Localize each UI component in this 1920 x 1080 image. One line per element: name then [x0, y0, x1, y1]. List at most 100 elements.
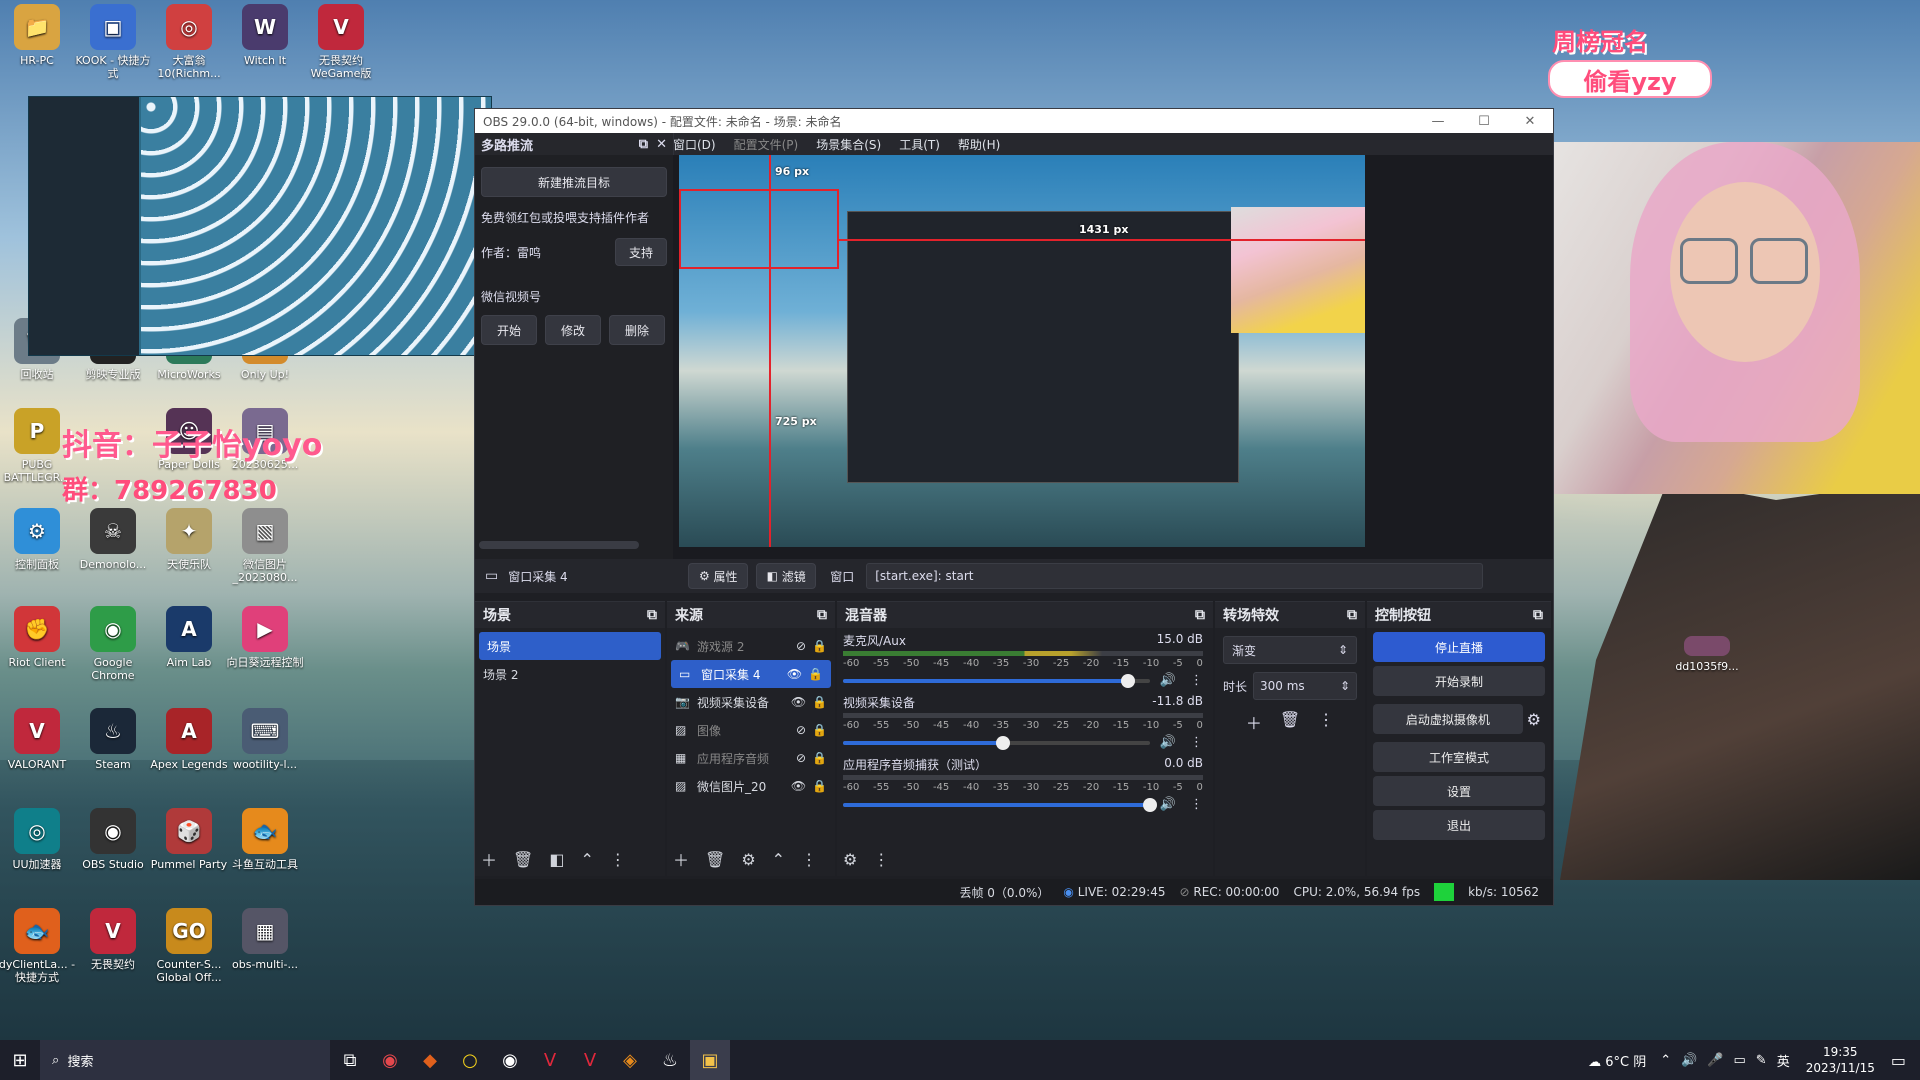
scene-item[interactable]: 场景: [479, 632, 661, 660]
taskbar-app-valorant2-icon[interactable]: V: [570, 1040, 610, 1080]
exit-button[interactable]: 退出: [1373, 810, 1545, 840]
taskbar-app-active-icon[interactable]: ▣: [690, 1040, 730, 1080]
studio-mode-button[interactable]: 工作室模式: [1373, 742, 1545, 772]
desktop-icon-dd1035f9[interactable]: dd1035f9...: [1668, 636, 1746, 673]
new-target-button[interactable]: 新建推流目标: [481, 167, 667, 197]
tray-chevron-icon[interactable]: ⌃: [1660, 1053, 1671, 1068]
undock-icon[interactable]: ⧉: [647, 607, 657, 623]
desktop-icon[interactable]: A Aim Lab: [150, 606, 228, 669]
stop-streaming-button[interactable]: 停止直播: [1373, 632, 1545, 662]
move-up-icon[interactable]: ⌃: [580, 850, 593, 869]
lock-icon[interactable]: 🔒: [808, 667, 823, 681]
eye-off-icon[interactable]: ⊘: [796, 723, 806, 737]
virtual-camera-button[interactable]: 启动虚拟摄像机: [1373, 704, 1523, 734]
weather-widget[interactable]: ☁ 6°C 阴: [1588, 1051, 1646, 1070]
remove-scene-icon[interactable]: 🗑: [513, 850, 533, 869]
taskbar-app-steam-icon[interactable]: ♨: [650, 1040, 690, 1080]
more-icon[interactable]: ⋮: [873, 850, 889, 869]
scene-item[interactable]: 场景 2: [475, 660, 665, 688]
pen-icon[interactable]: ✎: [1756, 1053, 1767, 1068]
taskbar-app-douyu-icon[interactable]: ◆: [410, 1040, 450, 1080]
desktop-icon[interactable]: V 无畏契约: [74, 908, 152, 971]
volume-icon[interactable]: 🔊: [1681, 1053, 1697, 1068]
undock-icon[interactable]: ⧉: [1195, 607, 1205, 623]
close-icon[interactable]: ✕: [1507, 114, 1553, 129]
task-view-icon[interactable]: ⧉: [330, 1040, 370, 1080]
desktop-icon[interactable]: ▶ 向日葵远程控制: [226, 606, 304, 669]
start-stream-target-button[interactable]: 开始: [481, 315, 537, 345]
add-source-icon[interactable]: ＋: [673, 847, 689, 871]
clock[interactable]: 19:35 2023/11/15: [1806, 1044, 1875, 1076]
scene-filters-icon[interactable]: ◧: [549, 850, 564, 869]
taskbar-app-netease-icon[interactable]: ◉: [370, 1040, 410, 1080]
undock-icon[interactable]: ⧉: [1533, 607, 1543, 623]
desktop-icon[interactable]: 🐟 dyClientLa... - 快捷方式: [0, 908, 76, 984]
source-item[interactable]: ▦ 应用程序音频 ⊘ 🔒: [667, 744, 835, 772]
desktop-icon[interactable]: ♨ Steam: [74, 708, 152, 771]
speaker-icon[interactable]: 🔊: [1160, 673, 1176, 688]
speaker-icon[interactable]: 🔊: [1160, 735, 1176, 750]
network-icon[interactable]: ▭: [1733, 1053, 1745, 1068]
source-settings-icon[interactable]: ⚙: [741, 850, 755, 869]
desktop-icon[interactable]: ◉ OBS Studio: [74, 808, 152, 871]
speaker-icon[interactable]: 🔊: [1160, 797, 1176, 812]
desktop-icon[interactable]: 🐟 斗鱼互动工具: [226, 808, 304, 871]
more-icon[interactable]: ⋮: [1190, 673, 1203, 688]
taskbar-app-obs-icon[interactable]: ◉: [490, 1040, 530, 1080]
desktop-icon[interactable]: ▣ KOOK - 快捷方式: [74, 4, 152, 80]
edit-stream-target-button[interactable]: 修改: [545, 315, 601, 345]
remove-source-icon[interactable]: 🗑: [705, 850, 725, 869]
more-icon[interactable]: ⋮: [1190, 735, 1203, 750]
desktop-icon[interactable]: W Witch It: [226, 4, 304, 67]
source-item[interactable]: ▭ 窗口采集 4 👁 🔒: [671, 660, 831, 688]
menu-tools[interactable]: 工具(T): [899, 136, 940, 153]
desktop-icon[interactable]: ✊ Riot Client: [0, 606, 76, 669]
source-item[interactable]: 🎮 游戏源 2 ⊘ 🔒: [667, 632, 835, 660]
remove-transition-icon[interactable]: 🗑: [1280, 710, 1300, 734]
volume-slider[interactable]: [843, 735, 1150, 750]
add-scene-icon[interactable]: ＋: [481, 847, 497, 871]
undock-icon[interactable]: ⧉: [1347, 607, 1357, 623]
maximize-icon[interactable]: ☐: [1461, 114, 1507, 129]
desktop-icon[interactable]: V 无畏契约 WeGame版: [302, 4, 380, 80]
desktop-icon[interactable]: ◎ UU加速器: [0, 808, 76, 871]
delete-stream-target-button[interactable]: 删除: [609, 315, 665, 345]
window-select[interactable]: [start.exe]: start: [866, 563, 1483, 589]
more-icon[interactable]: ⋮: [1318, 710, 1334, 734]
volume-slider[interactable]: [843, 797, 1157, 812]
settings-button[interactable]: 设置: [1373, 776, 1545, 806]
add-transition-icon[interactable]: ＋: [1246, 710, 1262, 734]
eye-icon[interactable]: 👁: [791, 695, 806, 709]
taskbar-search[interactable]: ⌕ 搜索: [40, 1040, 330, 1080]
desktop-icon[interactable]: ✦ 天使乐队: [150, 508, 228, 571]
desktop-icon[interactable]: ⚙ 控制面板: [0, 508, 76, 571]
windows-start-icon[interactable]: ⊞: [0, 1040, 40, 1080]
more-icon[interactable]: ⋮: [1190, 797, 1203, 812]
preview-canvas[interactable]: 96 px 1431 px 725 px: [673, 155, 1553, 559]
duration-input[interactable]: 300 ms ⇕: [1253, 672, 1357, 700]
menu-profile[interactable]: 配置文件(P): [734, 136, 799, 153]
desktop-icon[interactable]: ◎ 大富翁10(Richm...: [150, 4, 228, 80]
undock-icon[interactable]: ⧉: [817, 607, 827, 623]
desktop-icon[interactable]: ▦ obs-multi-...: [226, 908, 304, 971]
filters-button[interactable]: ◧ 滤镜: [756, 563, 817, 589]
desktop-icon[interactable]: ◉ Google Chrome: [74, 606, 152, 682]
taskbar-app-valorant-icon[interactable]: V: [530, 1040, 570, 1080]
properties-button[interactable]: ⚙ 属性: [688, 563, 749, 589]
lock-icon[interactable]: 🔒: [812, 751, 827, 765]
lock-icon[interactable]: 🔒: [812, 723, 827, 737]
source-item[interactable]: ▨ 图像 ⊘ 🔒: [667, 716, 835, 744]
notification-icon[interactable]: ▭: [1891, 1051, 1906, 1070]
support-button[interactable]: 支持: [615, 238, 667, 266]
virtual-camera-settings-icon[interactable]: ⚙: [1527, 710, 1541, 729]
advanced-audio-icon[interactable]: ⚙: [843, 850, 857, 869]
taskbar-app-douyu-tool-icon[interactable]: ◈: [610, 1040, 650, 1080]
desktop-icon[interactable]: A Apex Legends: [150, 708, 228, 771]
microphone-icon[interactable]: 🎤: [1707, 1053, 1723, 1068]
source-item[interactable]: ▨ 微信图片_20 👁 🔒: [667, 772, 835, 800]
eye-off-icon[interactable]: ⊘: [796, 751, 806, 765]
close-dock-icon[interactable]: ✕: [656, 137, 667, 152]
lock-icon[interactable]: 🔒: [812, 639, 827, 653]
eye-icon[interactable]: 👁: [787, 667, 802, 681]
source-item[interactable]: 📷 视频采集设备 👁 🔒: [667, 688, 835, 716]
